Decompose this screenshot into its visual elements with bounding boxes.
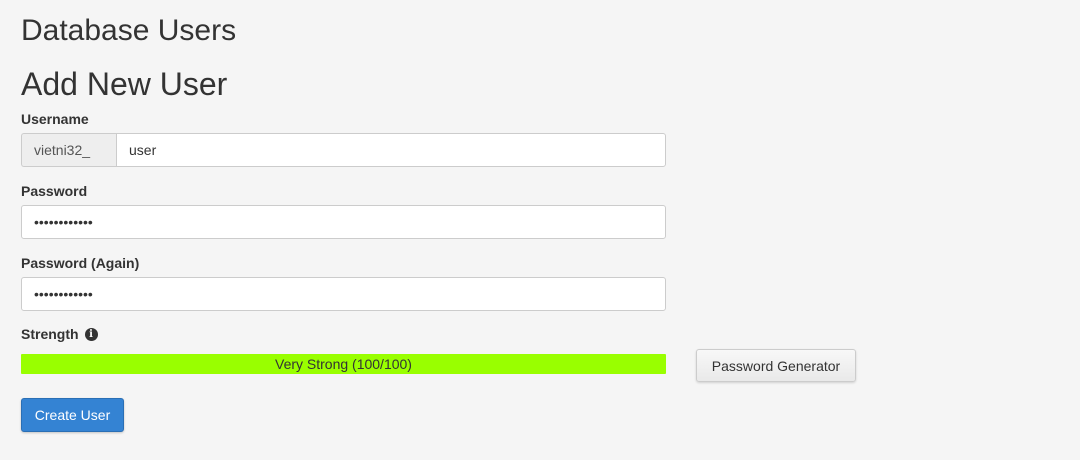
password-strength-meter: Very Strong (100/100) — [21, 354, 666, 374]
password-label: Password — [21, 183, 88, 199]
username-label: Username — [21, 111, 89, 127]
info-circle-icon[interactable]: i — [84, 327, 98, 341]
strength-label: Strength — [21, 326, 79, 342]
password-input[interactable] — [21, 205, 666, 239]
section-title: Add New User — [21, 66, 228, 102]
password-generator-button[interactable]: Password Generator — [696, 349, 856, 382]
create-user-button[interactable]: Create User — [21, 398, 124, 432]
username-prefix: vietni32_ — [21, 133, 116, 167]
strength-row: Strength i — [21, 325, 98, 343]
strength-text: Very Strong (100/100) — [275, 356, 412, 372]
password-again-input[interactable] — [21, 277, 666, 311]
page-title: Database Users — [21, 14, 237, 47]
username-input[interactable] — [116, 133, 666, 167]
password-again-label: Password (Again) — [21, 255, 140, 271]
database-users-page: Database Users Add New User Username vie… — [0, 0, 1080, 460]
username-input-group: vietni32_ — [21, 133, 666, 167]
